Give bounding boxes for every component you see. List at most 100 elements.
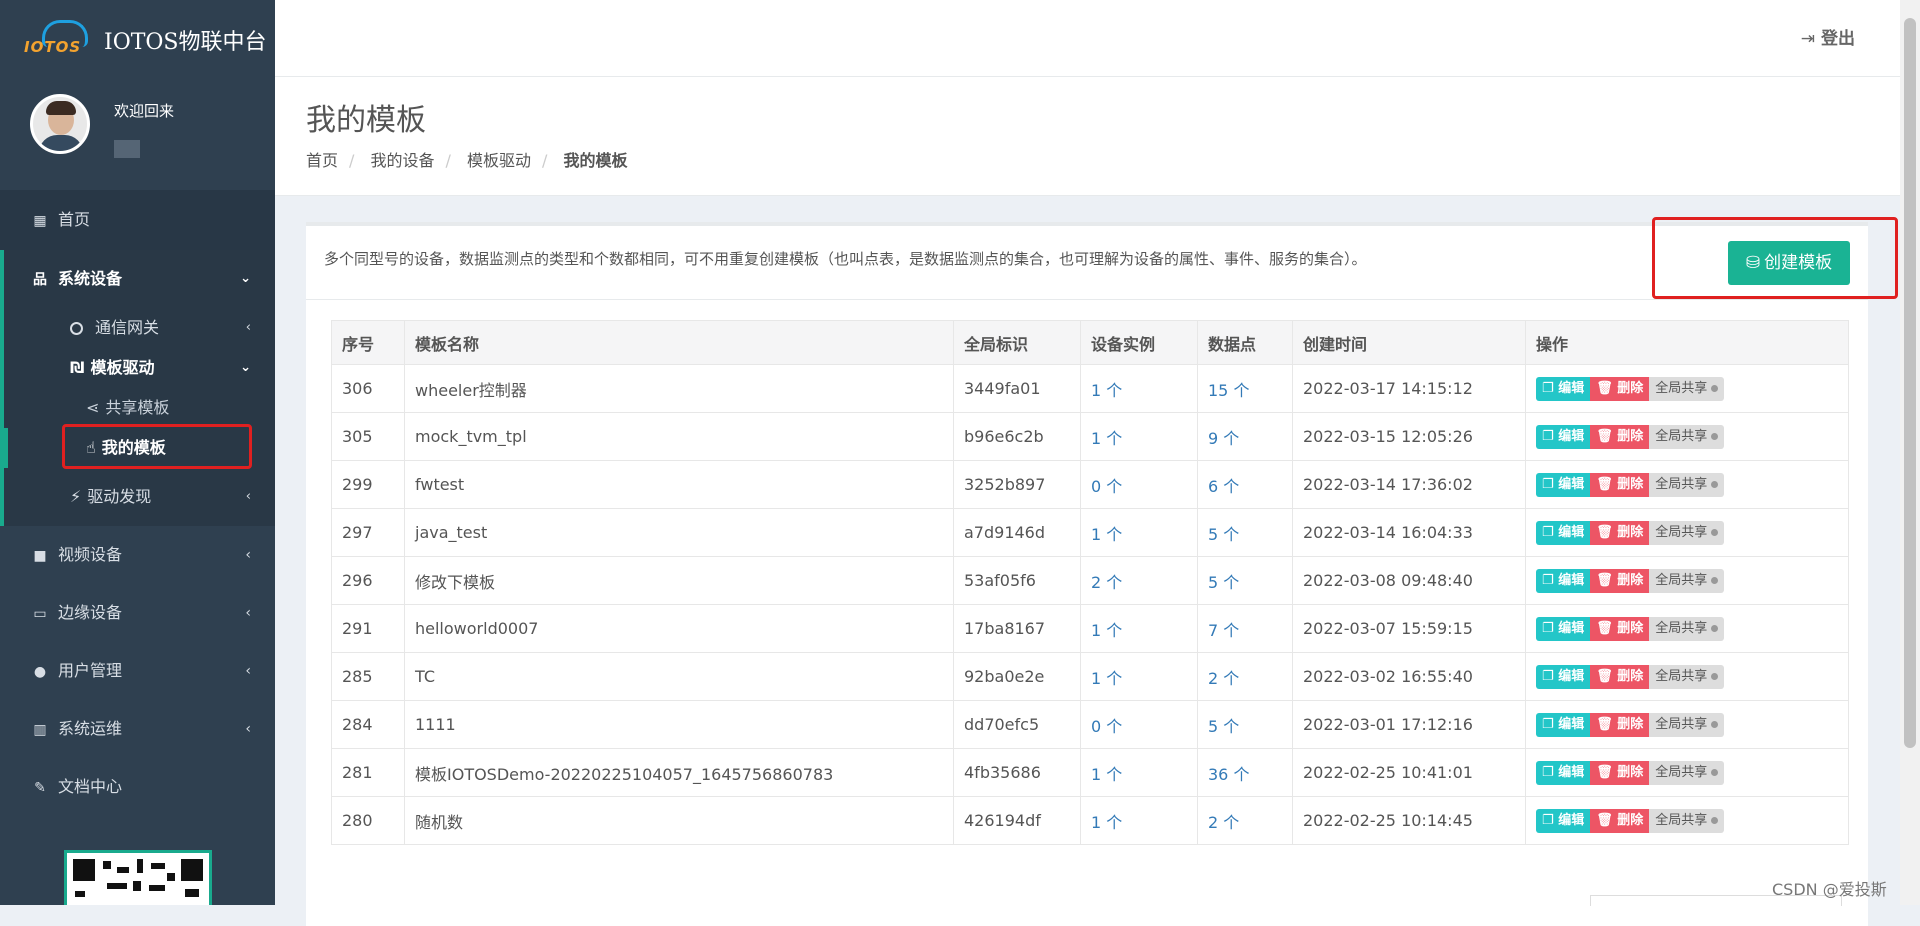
global-share-toggle[interactable]: 全局共享: [1649, 424, 1725, 449]
brand[interactable]: IOTOS IOTOS物联中台: [0, 0, 275, 80]
global-share-toggle[interactable]: 全局共享: [1649, 664, 1725, 689]
welcome-text: 欢迎回来: [114, 102, 175, 120]
breadcrumb-home[interactable]: 首页: [306, 151, 338, 170]
instances-link[interactable]: 0 个: [1091, 477, 1122, 496]
create-template-button[interactable]: ⛁ 创建模板: [1728, 241, 1850, 285]
edit-icon: ❐: [1542, 764, 1559, 780]
trash-icon: 🗑: [1596, 380, 1618, 396]
delete-button[interactable]: 🗑 删除: [1590, 664, 1650, 689]
sidebar-item-gateway[interactable]: 通信网关 ‹: [4, 308, 275, 348]
edit-button[interactable]: ❐ 编辑: [1536, 760, 1591, 785]
cell-created: 2022-03-07 15:59:15: [1292, 604, 1526, 653]
cell-name: 随机数: [404, 796, 954, 845]
scrollbar[interactable]: [1900, 0, 1920, 905]
col-header-instances[interactable]: 设备实例: [1080, 320, 1198, 365]
logout-link[interactable]: ⇥ 登出: [1801, 24, 1855, 49]
instances-link[interactable]: 1 个: [1091, 525, 1122, 544]
cell-id: 297: [331, 508, 405, 557]
points-link[interactable]: 9 个: [1208, 429, 1239, 448]
chevron-left-icon: ‹: [245, 320, 251, 335]
edit-button[interactable]: ❐ 编辑: [1536, 664, 1591, 689]
global-share-toggle[interactable]: 全局共享: [1649, 616, 1725, 641]
points-link[interactable]: 15 个: [1208, 381, 1249, 400]
instances-link[interactable]: 2 个: [1091, 573, 1122, 592]
instances-link[interactable]: 1 个: [1091, 429, 1122, 448]
cell-id: 284: [331, 700, 405, 749]
delete-button[interactable]: 🗑 删除: [1590, 376, 1650, 401]
cell-created: 2022-03-02 16:55:40: [1292, 652, 1526, 701]
breadcrumb-current: 我的模板: [563, 151, 628, 170]
instances-link[interactable]: 1 个: [1091, 381, 1122, 400]
breadcrumb-template-driver[interactable]: 模板驱动: [467, 151, 531, 170]
delete-button[interactable]: 🗑 删除: [1590, 712, 1650, 737]
instances-link[interactable]: 1 个: [1091, 813, 1122, 832]
avatar[interactable]: [30, 94, 90, 154]
divider: [306, 299, 1868, 300]
points-link[interactable]: 36 个: [1208, 765, 1249, 784]
col-header-name[interactable]: 模板名称: [404, 320, 954, 365]
table-row: 299 fwtest 3252b897 0 个 6 个 2022-03-14 17:36:…: [331, 460, 1849, 509]
col-header-points[interactable]: 数据点: [1197, 320, 1293, 365]
points-link[interactable]: 5 个: [1208, 525, 1239, 544]
sidebar-item-template-driver[interactable]: ₪ 模板驱动 ⌄: [4, 348, 275, 388]
edit-button[interactable]: ❐ 编辑: [1536, 424, 1591, 449]
sidebar-item-user-management[interactable]: ● 用户管理 ‹: [0, 642, 275, 700]
global-share-toggle[interactable]: 全局共享: [1649, 376, 1725, 401]
sidebar-item-home[interactable]: ▦ 首页: [0, 190, 275, 250]
points-link[interactable]: 5 个: [1208, 573, 1239, 592]
edit-button[interactable]: ❐ 编辑: [1536, 616, 1591, 641]
table-row: 281 模板IOTOSDemo-20220225104057_1645756860…: [331, 748, 1849, 797]
delete-button[interactable]: 🗑 删除: [1590, 568, 1650, 593]
global-share-toggle[interactable]: 全局共享: [1649, 760, 1725, 785]
cell-id: 280: [331, 796, 405, 845]
instances-link[interactable]: 1 个: [1091, 669, 1122, 688]
col-header-gid[interactable]: 全局标识: [953, 320, 1081, 365]
delete-button[interactable]: 🗑 删除: [1590, 424, 1650, 449]
points-link[interactable]: 2 个: [1208, 669, 1239, 688]
edit-button[interactable]: ❐ 编辑: [1536, 520, 1591, 545]
edit-icon: ❐: [1542, 524, 1559, 540]
global-share-toggle[interactable]: 全局共享: [1649, 808, 1725, 833]
delete-button[interactable]: 🗑 删除: [1590, 760, 1650, 785]
delete-button[interactable]: 🗑 删除: [1590, 520, 1650, 545]
delete-button[interactable]: 🗑 删除: [1590, 808, 1650, 833]
table-row: 291 helloworld0007 17ba8167 1 个 7 个 2022-03-0…: [331, 604, 1849, 653]
delete-button[interactable]: 🗑 删除: [1590, 616, 1650, 641]
scrollbar-thumb[interactable]: [1904, 18, 1916, 748]
instances-link[interactable]: 0 个: [1091, 717, 1122, 736]
cell-instances: 2 个: [1080, 556, 1198, 605]
cell-gid: 3449fa01: [953, 364, 1081, 413]
sidebar-item-ops[interactable]: ▥ 系统运维 ‹: [0, 700, 275, 758]
sidebar-item-docs[interactable]: ✎ 文档中心: [0, 758, 275, 816]
points-link[interactable]: 2 个: [1208, 813, 1239, 832]
global-share-toggle[interactable]: 全局共享: [1649, 712, 1725, 737]
edit-button[interactable]: ❐ 编辑: [1536, 712, 1591, 737]
edit-button[interactable]: ❐ 编辑: [1536, 808, 1591, 833]
edit-button[interactable]: ❐ 编辑: [1536, 376, 1591, 401]
sidebar-item-system-devices[interactable]: 品系统设备 ⌄: [4, 250, 275, 308]
breadcrumb-my-devices[interactable]: 我的设备: [371, 151, 435, 170]
sidebar-item-driver-discovery[interactable]: ⚡ 驱动发现 ‹: [4, 468, 275, 526]
cell-instances: 1 个: [1080, 508, 1198, 557]
sidebar-item-edge-devices[interactable]: ▭ 边缘设备 ‹: [0, 584, 275, 642]
col-header-created[interactable]: 创建时间: [1292, 320, 1526, 365]
edit-button[interactable]: ❐ 编辑: [1536, 472, 1591, 497]
instances-link[interactable]: 1 个: [1091, 621, 1122, 640]
points-link[interactable]: 7 个: [1208, 621, 1239, 640]
breadcrumb: 首页 / 我的设备 / 模板驱动 / 我的模板: [306, 151, 628, 170]
delete-button[interactable]: 🗑 删除: [1590, 472, 1650, 497]
instances-link[interactable]: 1 个: [1091, 765, 1122, 784]
global-share-toggle[interactable]: 全局共享: [1649, 568, 1725, 593]
edit-button[interactable]: ❐ 编辑: [1536, 568, 1591, 593]
table-row: 284 1111 dd70efc5 0 个 5 个 2022-03-01 17:12:16…: [331, 700, 1849, 749]
points-link[interactable]: 5 个: [1208, 717, 1239, 736]
points-link[interactable]: 6 个: [1208, 477, 1239, 496]
sidebar-item-video-devices[interactable]: ■ 视频设备 ‹: [0, 526, 275, 584]
cell-points: 5 个: [1197, 700, 1293, 749]
global-share-toggle[interactable]: 全局共享: [1649, 472, 1725, 497]
qr-code-image: [64, 850, 212, 905]
global-share-toggle[interactable]: 全局共享: [1649, 520, 1725, 545]
cell-name: 修改下模板: [404, 556, 954, 605]
col-header-id[interactable]: 序号: [331, 320, 405, 365]
sidebar-item-shared-templates[interactable]: ⋖ 共享模板: [4, 388, 275, 428]
